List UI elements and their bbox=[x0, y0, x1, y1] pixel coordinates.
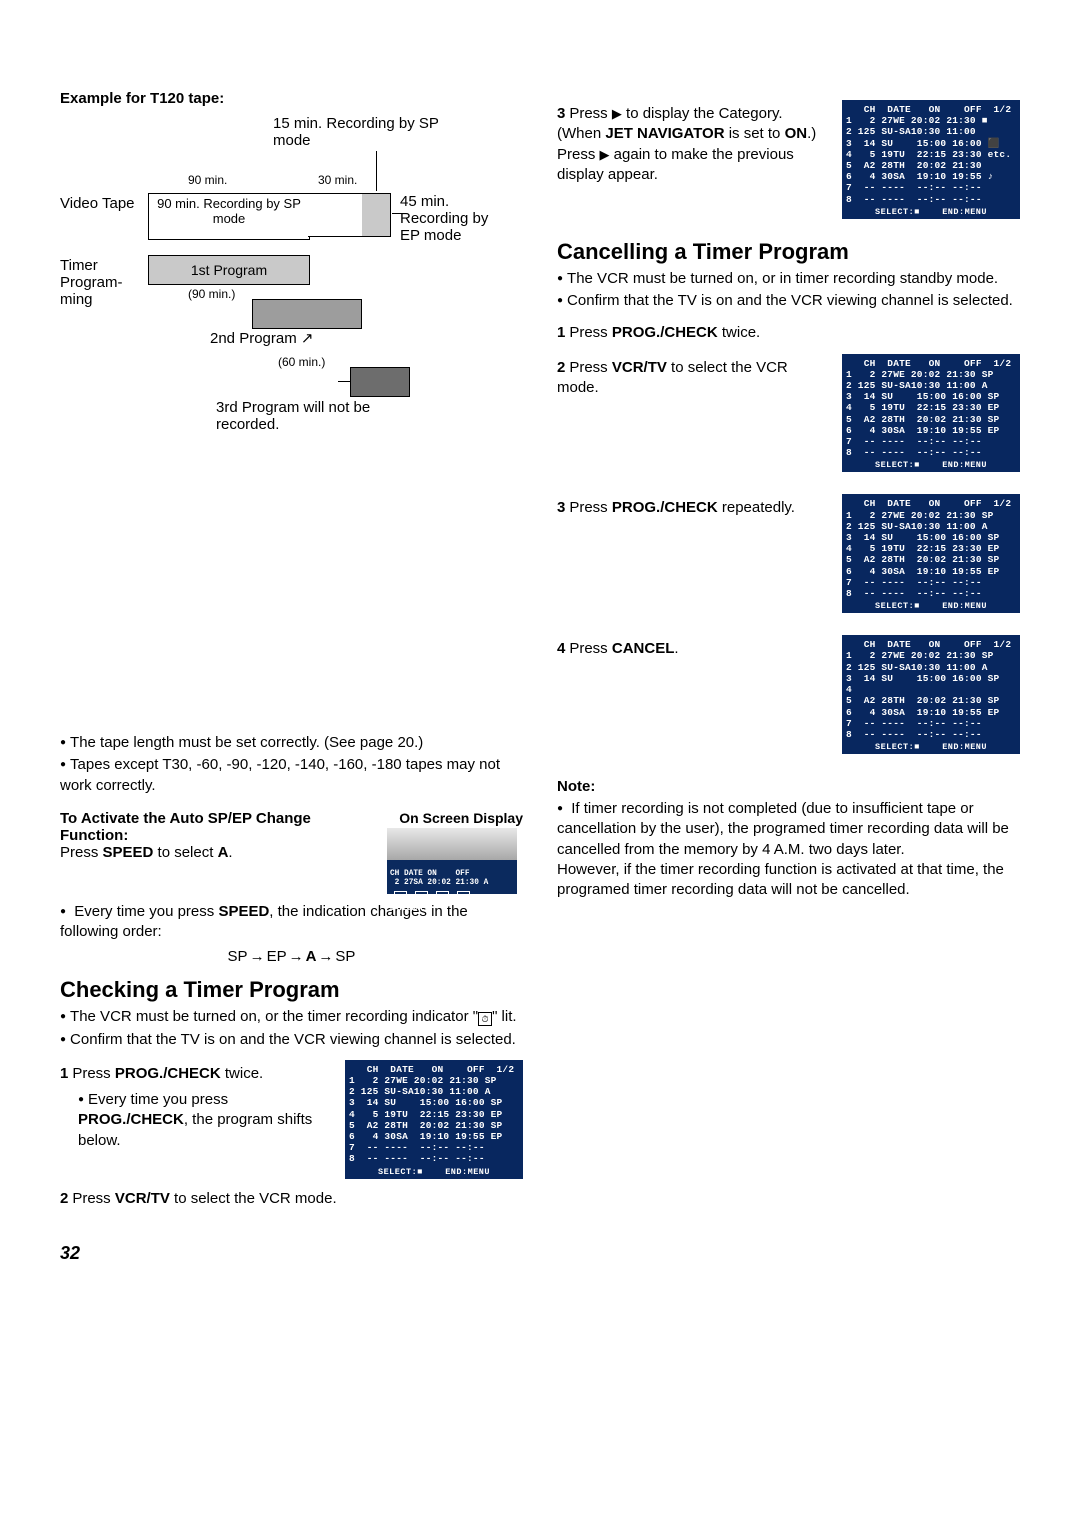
cancel-prereq: The VCR must be turned on, or in timer r… bbox=[557, 269, 1020, 312]
ninety-label: 90 min. bbox=[188, 173, 227, 187]
second-duration: (60 min.) bbox=[278, 355, 325, 369]
checking-prereq-1: The VCR must be turned on, or the timer … bbox=[60, 1007, 523, 1027]
third-program-label: 3rd Program will not be recorded. bbox=[216, 399, 428, 433]
first-duration: (90 min.) bbox=[188, 287, 235, 301]
osd-screen-category: CH DATE ON OFF 1/2 1 2 27WE 20:02 21:30 … bbox=[842, 100, 1020, 219]
press-speed-line: Press SPEED to select A. bbox=[60, 844, 377, 861]
cancel-heading: Cancelling a Timer Program bbox=[557, 239, 1020, 265]
diagram-bars: 15 min. Recording by SP mode 90 min. 30 … bbox=[148, 163, 428, 443]
tape-note-1: The tape length must be set correctly. (… bbox=[60, 733, 523, 753]
cancel-step-1: 1Press PROG./CHECK twice. bbox=[557, 323, 1020, 343]
cancel-prereq-2: Confirm that the TV is on and the VCR vi… bbox=[557, 291, 1020, 311]
page-columns: Example for T120 tape: Video Tape 15 min… bbox=[60, 90, 1020, 1215]
osd-thumbnail: CH DATE ON OFF 2 27SA 20:02 21:30 A ♪▶▣◧… bbox=[387, 828, 517, 894]
bar-1st-program: 1st Program bbox=[148, 255, 310, 285]
osd-screen-cancel-3: CH DATE ON OFF 1/2 1 2 27WE 20:02 21:30 … bbox=[842, 494, 1020, 613]
bar-2nd-program bbox=[252, 299, 362, 329]
check-step-1: 1Press PROG./CHECK twice. bbox=[60, 1064, 333, 1084]
left-column: Example for T120 tape: Video Tape 15 min… bbox=[60, 90, 523, 1215]
checking-prereq: The VCR must be turned on, or the timer … bbox=[60, 1007, 523, 1050]
bar-90min: 90 min. Recording by SP mode bbox=[148, 193, 310, 240]
fifteen-label: 15 min. Recording by SP mode bbox=[273, 115, 443, 149]
osd-label: On Screen Display bbox=[387, 810, 523, 826]
activate-heading: To Activate the Auto SP/EP Change Functi… bbox=[60, 810, 377, 844]
checking-heading: Checking a Timer Program bbox=[60, 977, 523, 1003]
osd-screen-cancel-4: CH DATE ON OFF 1/2 1 2 27WE 20:02 21:30 … bbox=[842, 635, 1020, 754]
fortyfive-label: 45 min. Recording by EP mode bbox=[400, 193, 510, 244]
note-body: If timer recording is not completed (due… bbox=[557, 799, 1020, 900]
cancel-step-4: 4Press CANCEL. bbox=[557, 639, 830, 659]
check-step-3: 3Press ▶ to display the Category. (When … bbox=[557, 104, 830, 185]
tape-diagram: Video Tape 15 min. Recording by SP mode … bbox=[60, 163, 523, 443]
osd-screen-check: CH DATE ON OFF 1/2 1 2 27WE 20:02 21:30 … bbox=[345, 1060, 523, 1179]
timer-programming-label: Timer Program-ming bbox=[60, 257, 138, 308]
cancel-step-3: 3Press PROG./CHECK repeatedly. bbox=[557, 498, 830, 518]
bar-30min bbox=[308, 193, 363, 237]
example-heading: Example for T120 tape: bbox=[60, 90, 523, 107]
check-step-1-sub: Every time you press PROG./CHECK, the pr… bbox=[78, 1090, 333, 1151]
check-step-2: 2Press VCR/TV to select the VCR mode. bbox=[60, 1189, 523, 1209]
cancel-step-2: 2Press VCR/TV to select the VCR mode. bbox=[557, 358, 830, 399]
timer-icon: ⏱ bbox=[478, 1012, 492, 1026]
note-list: If timer recording is not completed (due… bbox=[557, 799, 1020, 900]
tape-note-2: Tapes except T30, -60, -90, -120, -140, … bbox=[60, 755, 523, 796]
second-program-label: 2nd Program ↗ bbox=[210, 329, 313, 347]
note-heading: Note: bbox=[557, 778, 1020, 795]
page-number: 32 bbox=[60, 1243, 1020, 1264]
osd-screen-cancel-2: CH DATE ON OFF 1/2 1 2 27WE 20:02 21:30 … bbox=[842, 354, 1020, 473]
right-triangle-icon: ▶ bbox=[612, 106, 622, 121]
bar-15min bbox=[362, 193, 391, 237]
video-tape-label: Video Tape bbox=[60, 195, 138, 212]
right-triangle-icon: ▶ bbox=[600, 147, 610, 162]
speed-sequence: SP→EP→A→SP bbox=[60, 948, 523, 965]
right-column: 3Press ▶ to display the Category. (When … bbox=[557, 90, 1020, 1215]
thirty-label: 30 min. bbox=[318, 173, 357, 187]
cancel-prereq-1: The VCR must be turned on, or in timer r… bbox=[557, 269, 1020, 289]
tape-notes: The tape length must be set correctly. (… bbox=[60, 733, 523, 796]
checking-prereq-2: Confirm that the TV is on and the VCR vi… bbox=[60, 1030, 523, 1050]
bar-3rd-program bbox=[350, 367, 410, 397]
